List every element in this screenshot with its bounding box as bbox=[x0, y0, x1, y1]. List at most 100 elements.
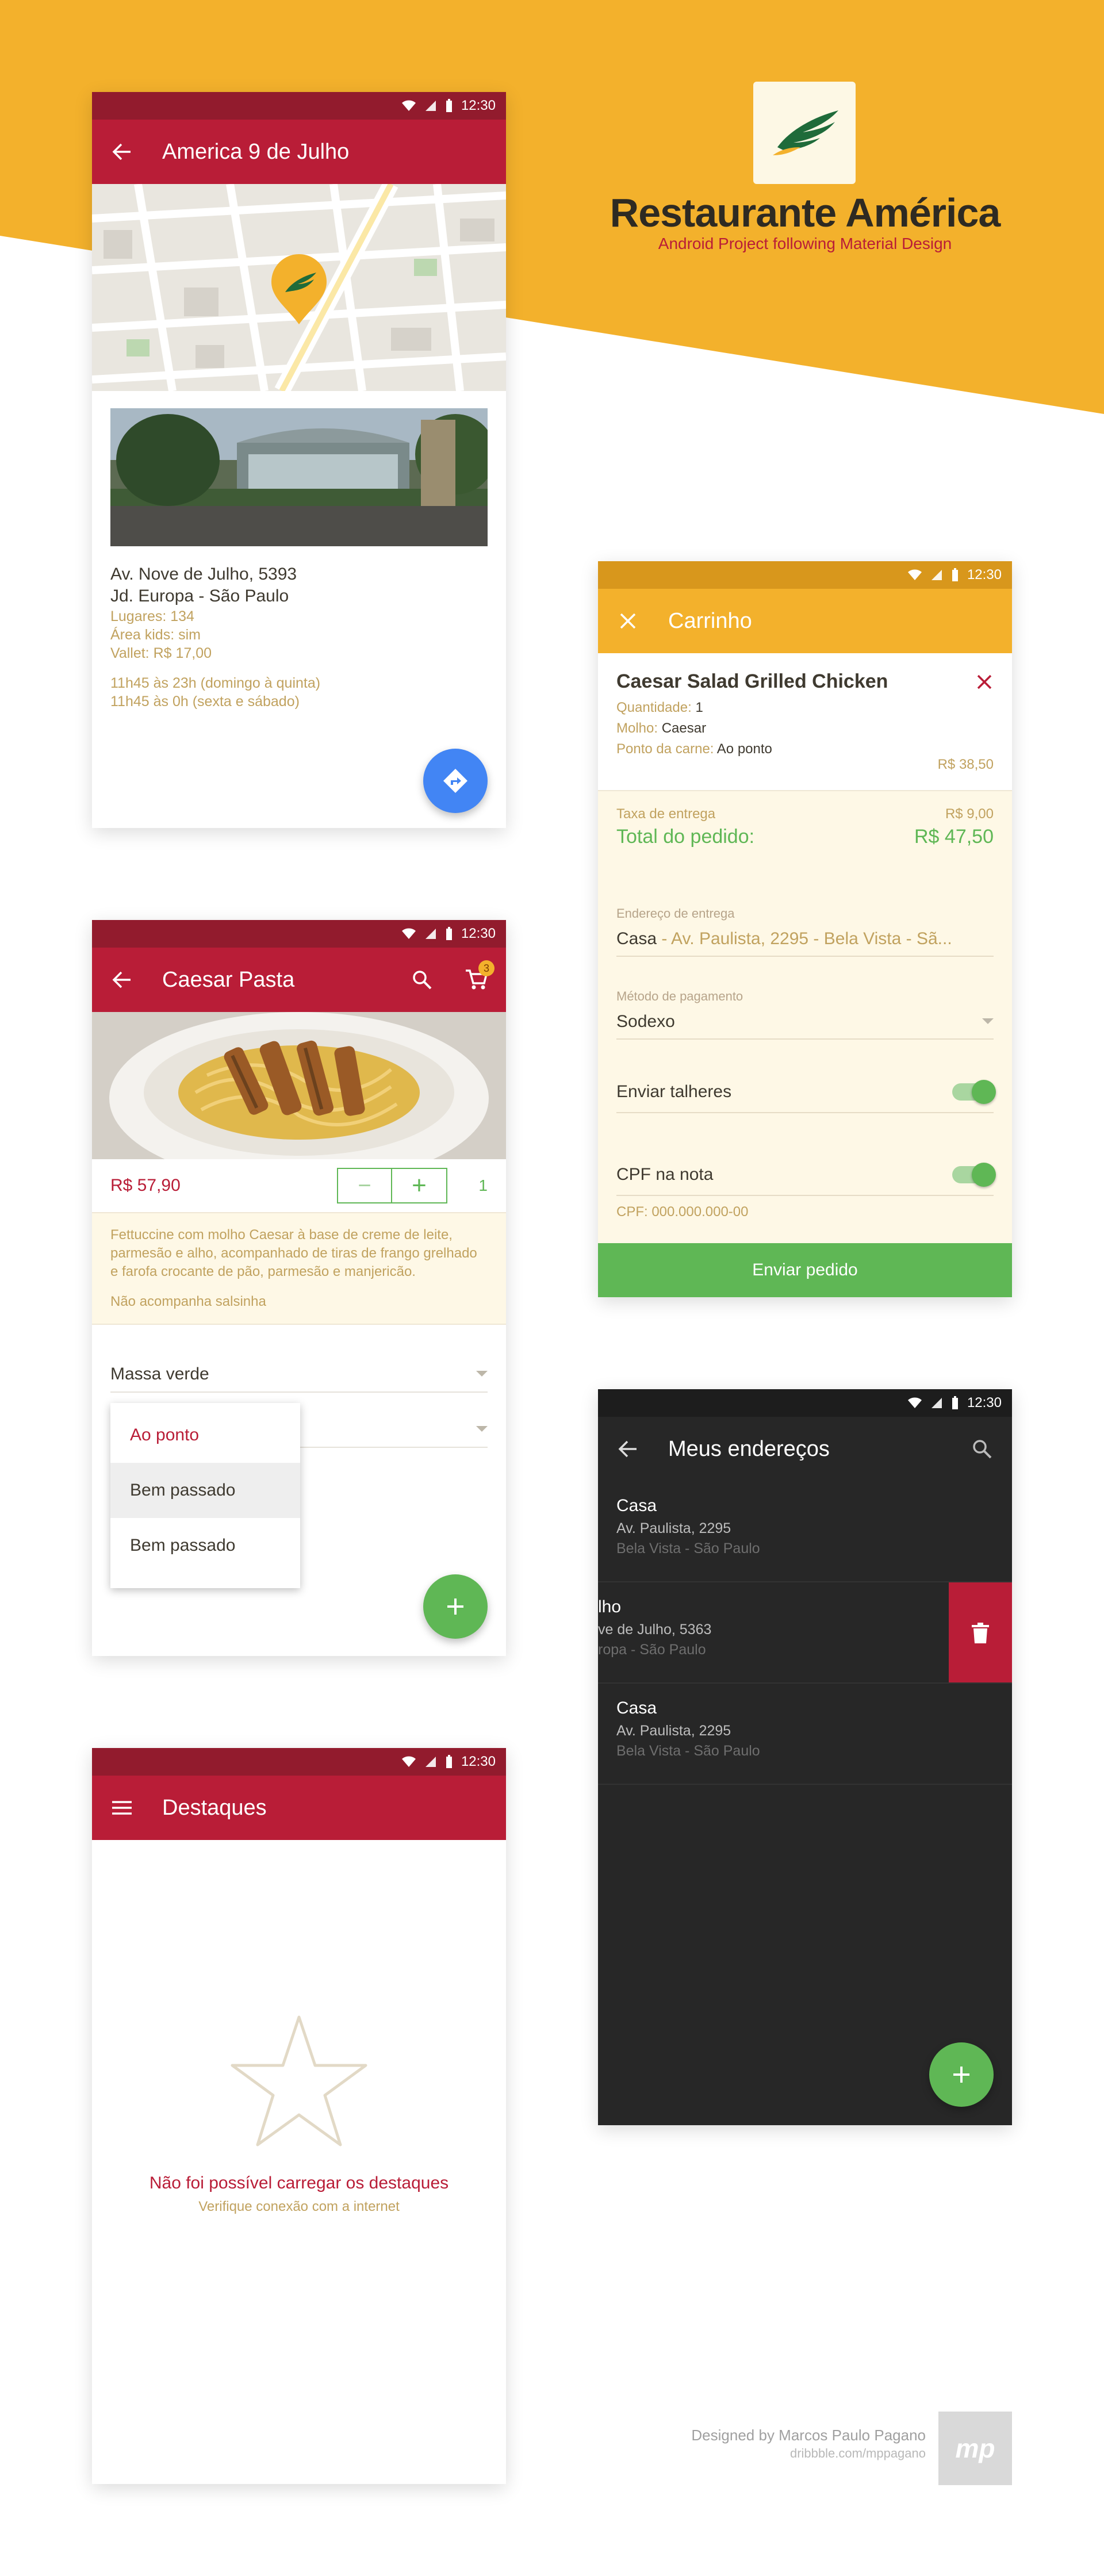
menu-icon[interactable] bbox=[110, 1796, 133, 1819]
delivery-fee-label: Taxa de entrega bbox=[616, 806, 716, 822]
order-total-label: Total do pedido: bbox=[616, 826, 755, 848]
delivery-address-field[interactable]: Endereço de entrega Casa - Av. Paulista,… bbox=[616, 906, 994, 957]
add-to-cart-fab[interactable] bbox=[423, 1574, 488, 1639]
decrease-button[interactable]: − bbox=[338, 1169, 392, 1202]
dropdown-arrow-icon bbox=[476, 1371, 488, 1377]
arrow-back-icon[interactable] bbox=[110, 140, 133, 163]
hours-weekdays: 11h45 às 23h (domingo à quinta) bbox=[110, 675, 321, 691]
pasta-select[interactable]: Massa verde bbox=[110, 1357, 488, 1393]
directions-fab[interactable] bbox=[423, 749, 488, 813]
wifi-icon bbox=[401, 100, 416, 111]
dropdown-arrow-icon bbox=[982, 1018, 994, 1024]
signal-icon bbox=[425, 1757, 436, 1767]
doneness-label: Ponto da carne: bbox=[616, 741, 714, 757]
address-list-item[interactable]: Casa Av. Paulista, 2295 Bela Vista - São… bbox=[598, 1684, 1012, 1785]
status-bar: 12:30 bbox=[92, 1748, 506, 1776]
qty-label: Quantidade: bbox=[616, 700, 692, 715]
cpf-row: CPF na nota bbox=[616, 1155, 996, 1196]
address-street: ve de Julho, 5363 bbox=[598, 1621, 712, 1638]
submit-order-button[interactable]: Enviar pedido bbox=[598, 1243, 1012, 1297]
increase-button[interactable]: + bbox=[392, 1169, 446, 1202]
cpf-toggle[interactable] bbox=[952, 1163, 996, 1187]
price-row: R$ 57,90 − + 1 bbox=[92, 1159, 506, 1213]
dropdown-option[interactable]: Bem passado bbox=[110, 1518, 300, 1573]
address-list-item[interactable]: Casa Av. Paulista, 2295 Bela Vista - São… bbox=[598, 1481, 1012, 1582]
address-list-item-swiped[interactable]: lho ve de Julho, 5363 ropa - São Paulo bbox=[598, 1582, 1012, 1684]
page-title: Caesar Pasta bbox=[162, 967, 295, 992]
cpf-label: CPF na nota bbox=[616, 1165, 714, 1184]
app-bar: Destaques bbox=[92, 1776, 506, 1840]
description-panel: Fettuccine com molho Caesar à base de cr… bbox=[92, 1213, 506, 1325]
address-area: Bela Vista - São Paulo bbox=[616, 1540, 760, 1557]
sauce-value: Caesar bbox=[661, 720, 707, 736]
address-area: ropa - São Paulo bbox=[598, 1642, 706, 1658]
screen-restaurant-detail: 12:30 America 9 de Julho Av. Nove de Jul… bbox=[92, 92, 506, 828]
address-name: Casa bbox=[616, 1699, 657, 1718]
cart-item-price: R$ 38,50 bbox=[937, 757, 994, 772]
dropdown-option[interactable]: Bem passado bbox=[110, 1463, 300, 1518]
remove-item-icon[interactable] bbox=[976, 674, 992, 693]
star-outline-icon bbox=[230, 2012, 368, 2150]
screen-cart: 12:30 Carrinho Caesar Salad Grilled Chic… bbox=[598, 561, 1012, 1297]
cutlery-label: Enviar talheres bbox=[616, 1082, 732, 1101]
quantity-value: 1 bbox=[478, 1176, 488, 1194]
close-icon[interactable] bbox=[616, 610, 639, 632]
cart-icon[interactable]: 3 bbox=[465, 960, 494, 991]
address-line-2: Jd. Europa - São Paulo bbox=[110, 586, 289, 605]
delivery-address-label: Endereço de entrega bbox=[616, 906, 735, 921]
cart-item-card: Caesar Salad Grilled Chicken Quantidade:… bbox=[598, 653, 1012, 791]
restaurant-photo bbox=[110, 408, 488, 546]
trash-icon bbox=[972, 1623, 989, 1643]
doneness-value: Ao ponto bbox=[716, 741, 772, 757]
address-name: Casa bbox=[616, 1496, 657, 1515]
payment-method-value: Sodexo bbox=[616, 1012, 675, 1031]
doneness-dropdown-menu: Ao ponto Bem passado Bem passado bbox=[110, 1403, 300, 1588]
error-title: Não foi possível carregar os destaques bbox=[149, 2174, 449, 2192]
wifi-icon bbox=[907, 1397, 922, 1408]
credits-url[interactable]: dribbble.com/mppagano bbox=[632, 2446, 926, 2461]
search-icon[interactable] bbox=[971, 1438, 994, 1460]
designer-logo: mp bbox=[938, 2412, 1012, 2485]
status-bar: 12:30 bbox=[92, 92, 506, 120]
america-pin-icon[interactable] bbox=[269, 252, 329, 324]
page-title: America 9 de Julho bbox=[162, 139, 350, 164]
address-street: Av. Paulista, 2295 bbox=[616, 1723, 731, 1739]
arrow-back-icon[interactable] bbox=[110, 968, 133, 991]
payment-method-select[interactable]: Método de pagamento Sodexo bbox=[616, 989, 994, 1040]
delivery-address-detail: - Av. Paulista, 2295 - Bela Vista - Sã..… bbox=[657, 929, 952, 948]
address-area: Bela Vista - São Paulo bbox=[616, 1743, 760, 1759]
add-address-fab[interactable] bbox=[929, 2042, 994, 2107]
designer-logo-text: mp bbox=[955, 2433, 995, 2463]
app-bar: Meus endereços bbox=[598, 1417, 1012, 1481]
search-icon[interactable] bbox=[411, 968, 434, 991]
page-title: Destaques bbox=[162, 1795, 267, 1820]
cart-badge: 3 bbox=[478, 960, 494, 976]
arrow-back-icon[interactable] bbox=[616, 1438, 639, 1460]
pasta-select-value: Massa verde bbox=[110, 1364, 209, 1383]
wifi-icon bbox=[401, 928, 416, 939]
payment-method-label: Método de pagamento bbox=[616, 989, 743, 1003]
app-bar: America 9 de Julho bbox=[92, 120, 506, 184]
cpf-input[interactable]: CPF: 000.000.000-00 bbox=[616, 1204, 749, 1220]
directions-icon bbox=[443, 769, 467, 793]
product-note: Não acompanha salsinha bbox=[110, 1294, 266, 1309]
map[interactable] bbox=[92, 184, 506, 391]
sauce-label: Molho: bbox=[616, 720, 658, 736]
battery-icon bbox=[952, 568, 958, 581]
qty-value: 1 bbox=[695, 700, 703, 715]
brand-title: Restaurante América bbox=[610, 190, 1001, 235]
plus-icon bbox=[953, 2067, 969, 2083]
product-description: Fettuccine com molho Caesar à base de cr… bbox=[110, 1227, 477, 1279]
plus-icon bbox=[447, 1598, 463, 1615]
kids-area-info: Área kids: sim bbox=[110, 627, 201, 643]
status-time: 12:30 bbox=[461, 926, 496, 941]
cutlery-toggle[interactable] bbox=[952, 1080, 996, 1104]
delete-address-button[interactable] bbox=[949, 1582, 1012, 1682]
seats-info: Lugares: 134 bbox=[110, 608, 194, 624]
signal-icon bbox=[931, 1398, 942, 1408]
status-time: 12:30 bbox=[967, 1395, 1002, 1410]
app-bar: Carrinho bbox=[598, 589, 1012, 653]
status-time: 12:30 bbox=[461, 98, 496, 113]
wifi-icon bbox=[907, 569, 922, 580]
dropdown-option[interactable]: Ao ponto bbox=[110, 1408, 300, 1463]
